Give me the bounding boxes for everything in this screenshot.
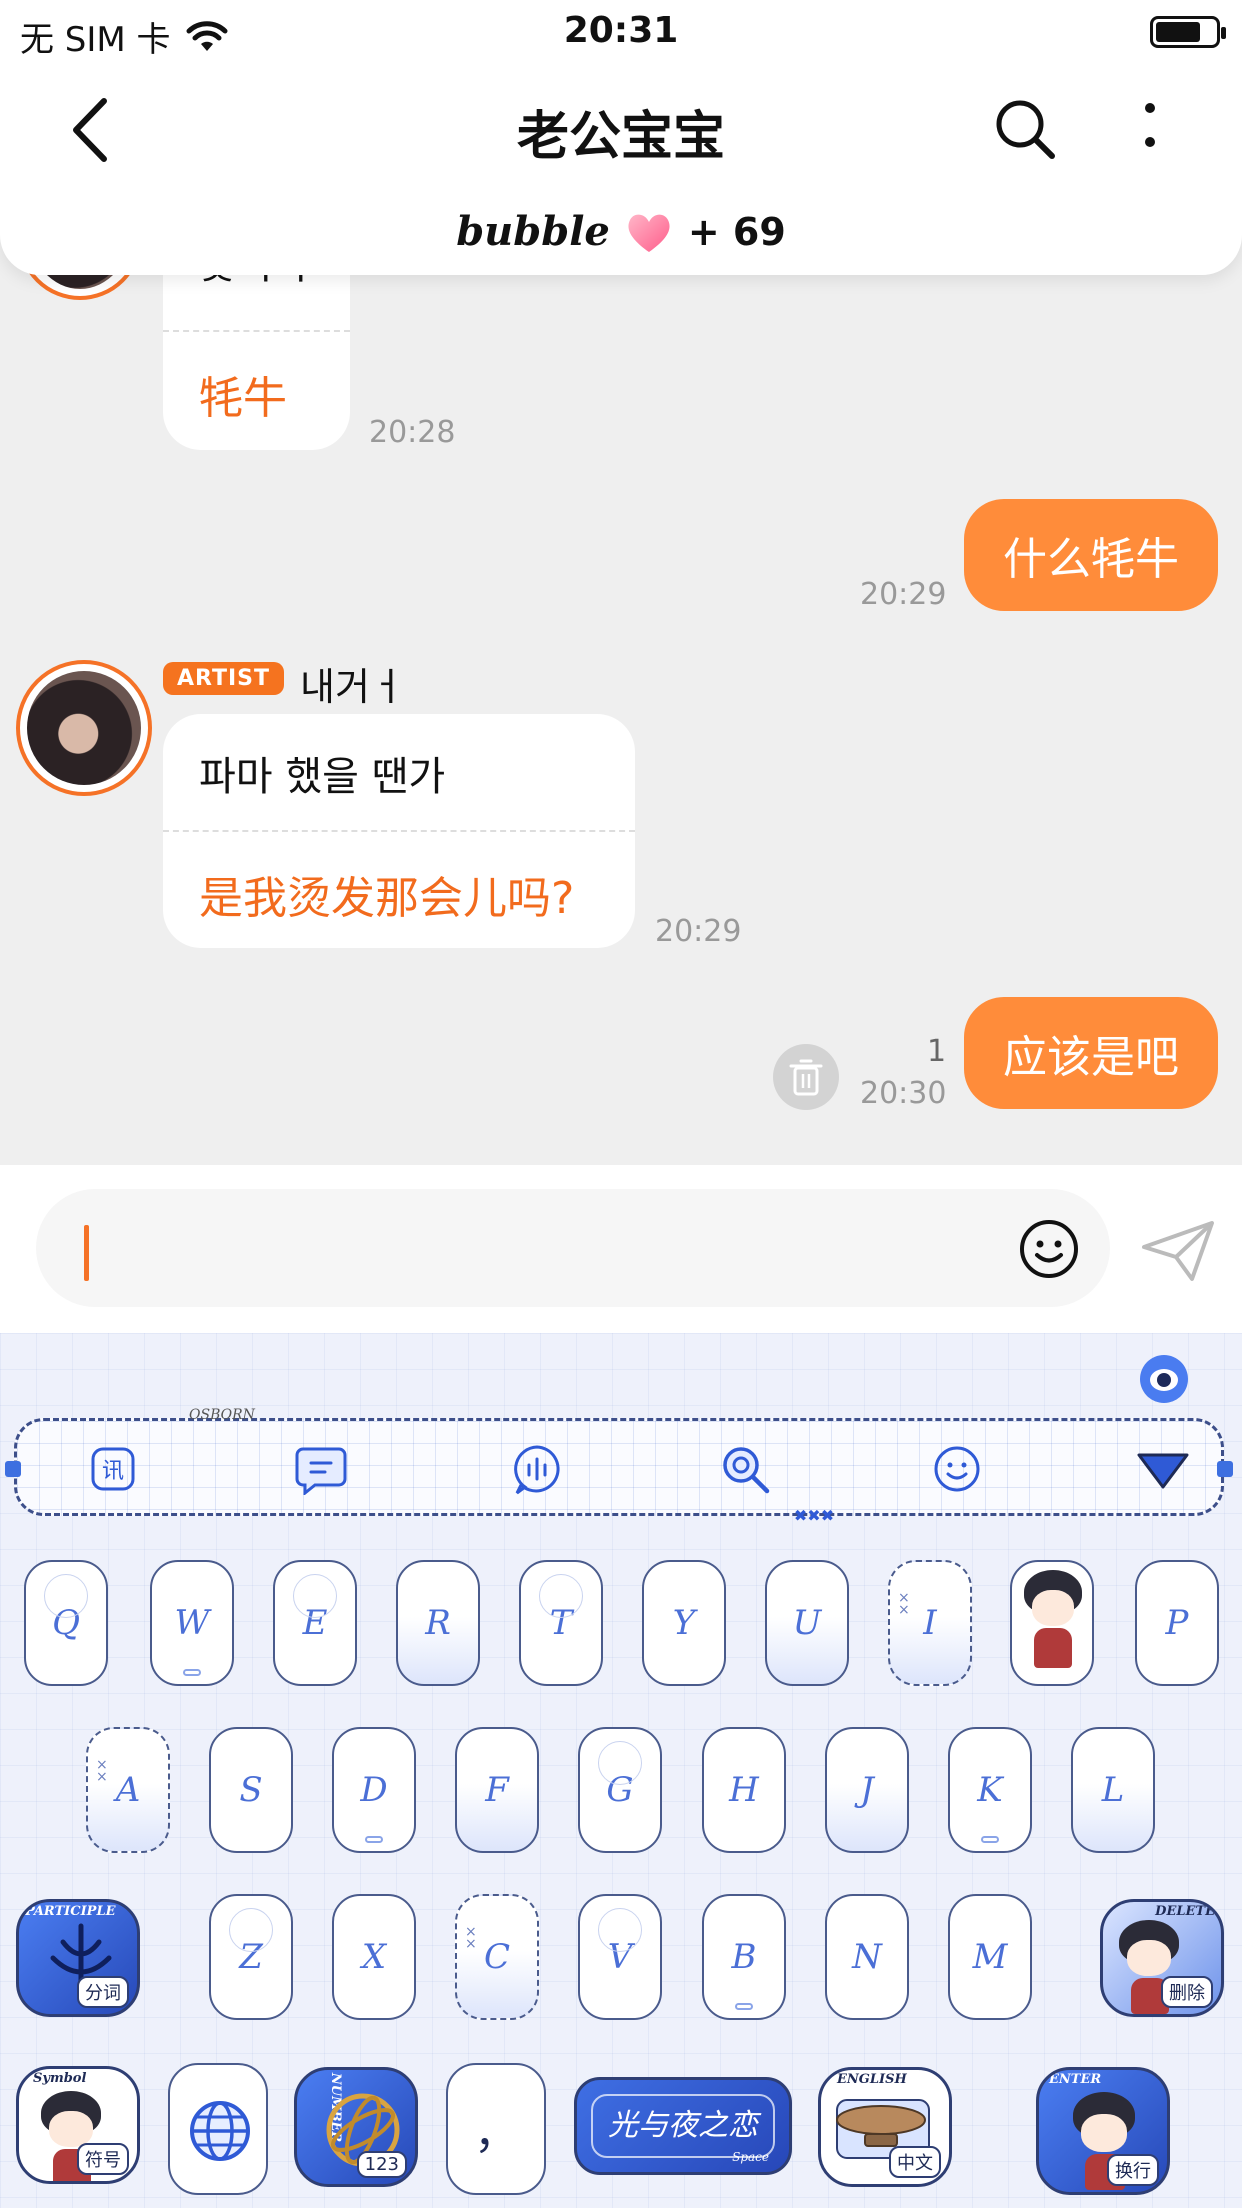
- enter-label: 换行: [1107, 2154, 1159, 2186]
- message-time: 20:28: [369, 415, 456, 450]
- english-key[interactable]: ENGLISH 中文: [818, 2067, 952, 2187]
- svg-text:✖✖✖: ✖✖✖: [794, 1507, 834, 1525]
- key-m[interactable]: M: [948, 1894, 1032, 2020]
- message-bubble-right[interactable]: 应该是吧: [964, 997, 1218, 1109]
- text-cursor: [84, 1225, 89, 1281]
- top-bar: 无 SIM 卡 20:31 老公宝宝 bubble + 69: [0, 0, 1242, 275]
- message-input-bar: [0, 1165, 1242, 1333]
- participle-key[interactable]: PARTICIPLE 分词: [16, 1899, 140, 2017]
- key-b[interactable]: B: [702, 1894, 786, 2020]
- key-c[interactable]: × × C: [455, 1894, 539, 2020]
- key-h[interactable]: H: [702, 1727, 786, 1853]
- key-x[interactable]: X: [332, 1894, 416, 2020]
- message-bubble-left[interactable]: 파마 했을 땐가 是我烫发那会儿吗?: [163, 714, 635, 948]
- voice-icon[interactable]: [511, 1443, 563, 1495]
- search-button[interactable]: [992, 96, 1058, 162]
- symbol-key[interactable]: Symbol 符号: [16, 2066, 140, 2184]
- key-e[interactable]: E: [273, 1560, 357, 1686]
- emoji-button[interactable]: [1018, 1218, 1080, 1280]
- unread-count: 1: [927, 1034, 947, 1069]
- keyboard-logo-icon[interactable]: [1140, 1355, 1188, 1403]
- bubble-status[interactable]: bubble + 69: [0, 208, 1242, 255]
- key-g[interactable]: G: [578, 1727, 662, 1853]
- number-label: 123: [356, 2151, 407, 2178]
- battery-icon: [1150, 16, 1226, 48]
- message-time: 20:30: [860, 1076, 947, 1111]
- message-text-translation: 是我烫发那会儿吗?: [199, 873, 575, 924]
- message-text-translation: 牦牛: [199, 373, 287, 424]
- key-p[interactable]: P: [1135, 1560, 1219, 1686]
- key-r[interactable]: R: [396, 1560, 480, 1686]
- toolbar-decoration: ✖✖✖: [794, 1507, 834, 1525]
- status-bar: 无 SIM 卡 20:31: [0, 0, 1242, 62]
- globe-key[interactable]: [168, 2063, 268, 2195]
- enter-tag: ENTER: [1049, 2072, 1102, 2087]
- more-options-button[interactable]: [1130, 98, 1170, 158]
- xun-icon[interactable]: 讯: [87, 1443, 139, 1495]
- collapse-icon[interactable]: [1135, 1443, 1191, 1495]
- key-a[interactable]: × × A: [86, 1727, 170, 1853]
- search-icon[interactable]: [719, 1443, 771, 1495]
- message-icon[interactable]: [295, 1443, 347, 1495]
- svg-text:讯: 讯: [102, 1459, 124, 1484]
- key-w[interactable]: W: [150, 1560, 234, 1686]
- key-d[interactable]: D: [332, 1727, 416, 1853]
- english-label: 中文: [889, 2146, 941, 2178]
- space-sub-label: Space: [732, 2150, 769, 2164]
- message-time: 20:29: [860, 577, 947, 612]
- symbol-label: 符号: [77, 2143, 129, 2175]
- participle-label: 分词: [77, 1976, 129, 2008]
- delete-key[interactable]: DELETE 删除: [1100, 1899, 1224, 2017]
- message-text-korean: 파마 했을 땐가: [199, 754, 446, 800]
- key-l[interactable]: L: [1071, 1727, 1155, 1853]
- globe-icon: [190, 2101, 250, 2161]
- heart-icon: [628, 214, 670, 252]
- message-input[interactable]: [36, 1189, 1110, 1307]
- bubble-count: + 69: [687, 209, 786, 254]
- sender-name: 내거ㅓ: [300, 665, 405, 709]
- enter-key[interactable]: ENTER 换行: [1036, 2067, 1170, 2195]
- message-bubble-right[interactable]: 什么牦牛: [964, 499, 1218, 611]
- key-t[interactable]: T: [519, 1560, 603, 1686]
- key-o-character[interactable]: [1010, 1560, 1094, 1686]
- delete-message-button[interactable]: [773, 1044, 839, 1110]
- key-i[interactable]: × × I: [888, 1560, 972, 1686]
- delete-label: 删除: [1161, 1976, 1213, 2008]
- toolbar-tag: OSBORN: [189, 1407, 255, 1423]
- character-sticker: [1020, 1568, 1086, 1678]
- space-label: 光与夜之恋: [608, 2108, 758, 2143]
- smile-icon[interactable]: [931, 1443, 983, 1495]
- key-v[interactable]: V: [578, 1894, 662, 2020]
- trash-icon: [789, 1059, 823, 1096]
- key-z[interactable]: Z: [209, 1894, 293, 2020]
- key-u[interactable]: U: [765, 1560, 849, 1686]
- bubble-brand: bubble: [456, 208, 610, 255]
- artist-badge: ARTIST: [163, 662, 285, 695]
- send-button[interactable]: [1140, 1219, 1216, 1283]
- comma-key[interactable]: ，: [446, 2063, 546, 2195]
- message-time: 20:29: [655, 914, 742, 949]
- key-n[interactable]: N: [825, 1894, 909, 2020]
- symbol-tag: Symbol: [33, 2071, 87, 2086]
- key-q[interactable]: Q: [24, 1560, 108, 1686]
- keyboard-toolbar: OSBORN 讯 ✖✖✖: [5, 1407, 1233, 1525]
- key-j[interactable]: J: [825, 1727, 909, 1853]
- key-f[interactable]: F: [455, 1727, 539, 1853]
- key-y[interactable]: Y: [642, 1560, 726, 1686]
- status-time: 20:31: [563, 10, 679, 51]
- key-k[interactable]: K: [948, 1727, 1032, 1853]
- key-s[interactable]: S: [209, 1727, 293, 1853]
- space-key[interactable]: 光与夜之恋 Space: [574, 2077, 792, 2175]
- number-key[interactable]: NUMBER 123: [294, 2067, 418, 2187]
- artist-avatar[interactable]: [16, 660, 152, 796]
